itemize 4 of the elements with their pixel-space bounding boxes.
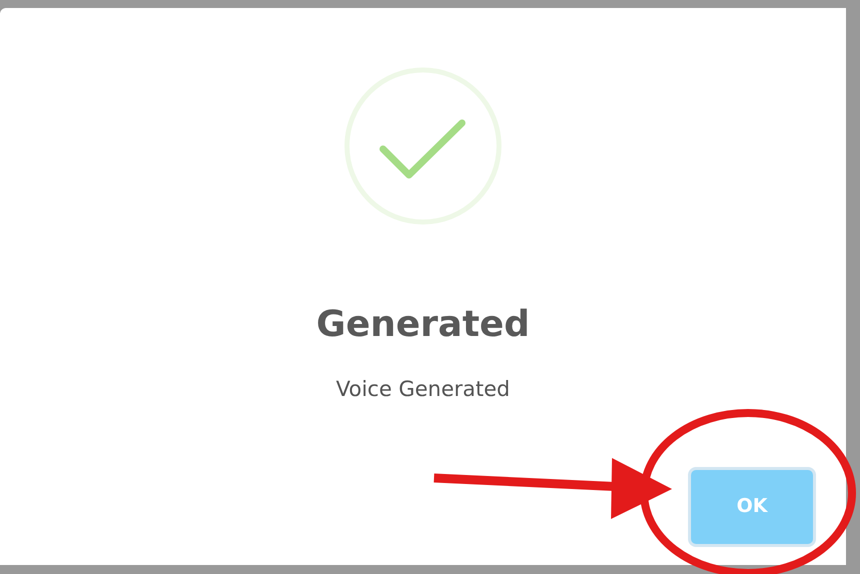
- ok-button[interactable]: OK: [691, 470, 813, 544]
- dialog-title: Generated: [316, 303, 530, 347]
- success-check-icon: [343, 66, 503, 226]
- dialog-message: Voice Generated: [336, 376, 510, 403]
